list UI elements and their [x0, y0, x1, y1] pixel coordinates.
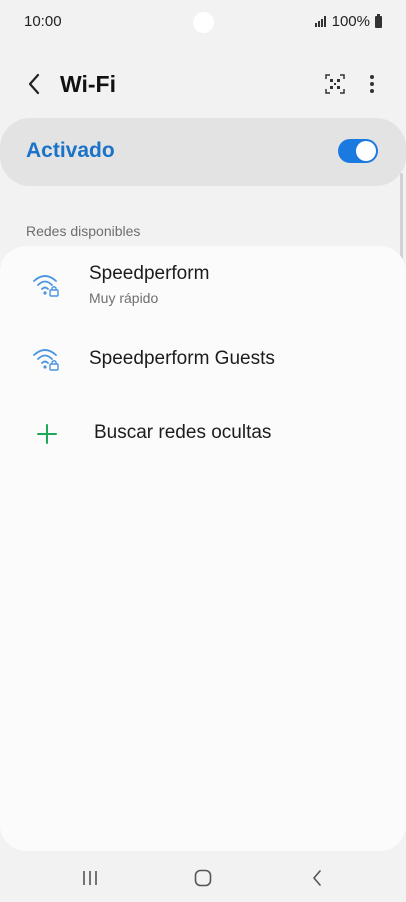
nav-back-button[interactable] [302, 866, 332, 890]
page-title: Wi-Fi [60, 71, 116, 97]
home-icon [194, 869, 212, 887]
available-networks-label: Redes disponibles [26, 223, 141, 239]
search-hidden-networks-label: Buscar redes ocultas [94, 422, 272, 443]
networks-list: Speedperform Muy rápido Speedperform Gue… [0, 246, 406, 851]
more-options-button[interactable] [360, 71, 384, 97]
network-speed-label: Muy rápido [89, 290, 159, 306]
network-name: Speedperform [89, 263, 210, 284]
wifi-toggle-switch[interactable] [338, 139, 378, 163]
status-time: 10:00 [24, 13, 62, 30]
battery-percentage: 100% [331, 13, 370, 30]
qr-code-scan-button[interactable] [322, 71, 348, 97]
back-button[interactable] [20, 70, 48, 98]
recent-apps-icon [83, 871, 97, 885]
qr-code-scan-icon [325, 74, 345, 94]
back-icon [313, 870, 321, 886]
plus-icon [37, 424, 57, 444]
network-item-speedperform[interactable]: Speedperform Muy rápido [0, 246, 406, 324]
recent-apps-button[interactable] [75, 866, 105, 890]
navigation-bar [0, 852, 406, 902]
home-button[interactable] [188, 866, 218, 890]
status-indicators: 100% [314, 13, 382, 30]
network-name: Speedperform Guests [89, 348, 275, 369]
wifi-settings-screen: 10:00 100% Wi-Fi Activado Redes disponib… [0, 0, 406, 902]
wifi-locked-icon [33, 349, 59, 371]
network-item-speedperform-guests[interactable]: Speedperform Guests [0, 324, 406, 394]
camera-cutout [193, 12, 214, 33]
search-hidden-networks-button[interactable]: Buscar redes ocultas [0, 398, 406, 470]
toggle-knob [356, 141, 376, 161]
more-vertical-icon [370, 75, 374, 93]
chevron-left-icon [28, 73, 40, 95]
status-bar: 10:00 100% [0, 0, 406, 44]
app-header: Wi-Fi [0, 58, 406, 110]
wifi-locked-icon [33, 275, 59, 297]
cellular-signal-icon [314, 16, 326, 27]
battery-icon [375, 13, 382, 28]
wifi-master-switch-label: Activado [26, 139, 115, 162]
